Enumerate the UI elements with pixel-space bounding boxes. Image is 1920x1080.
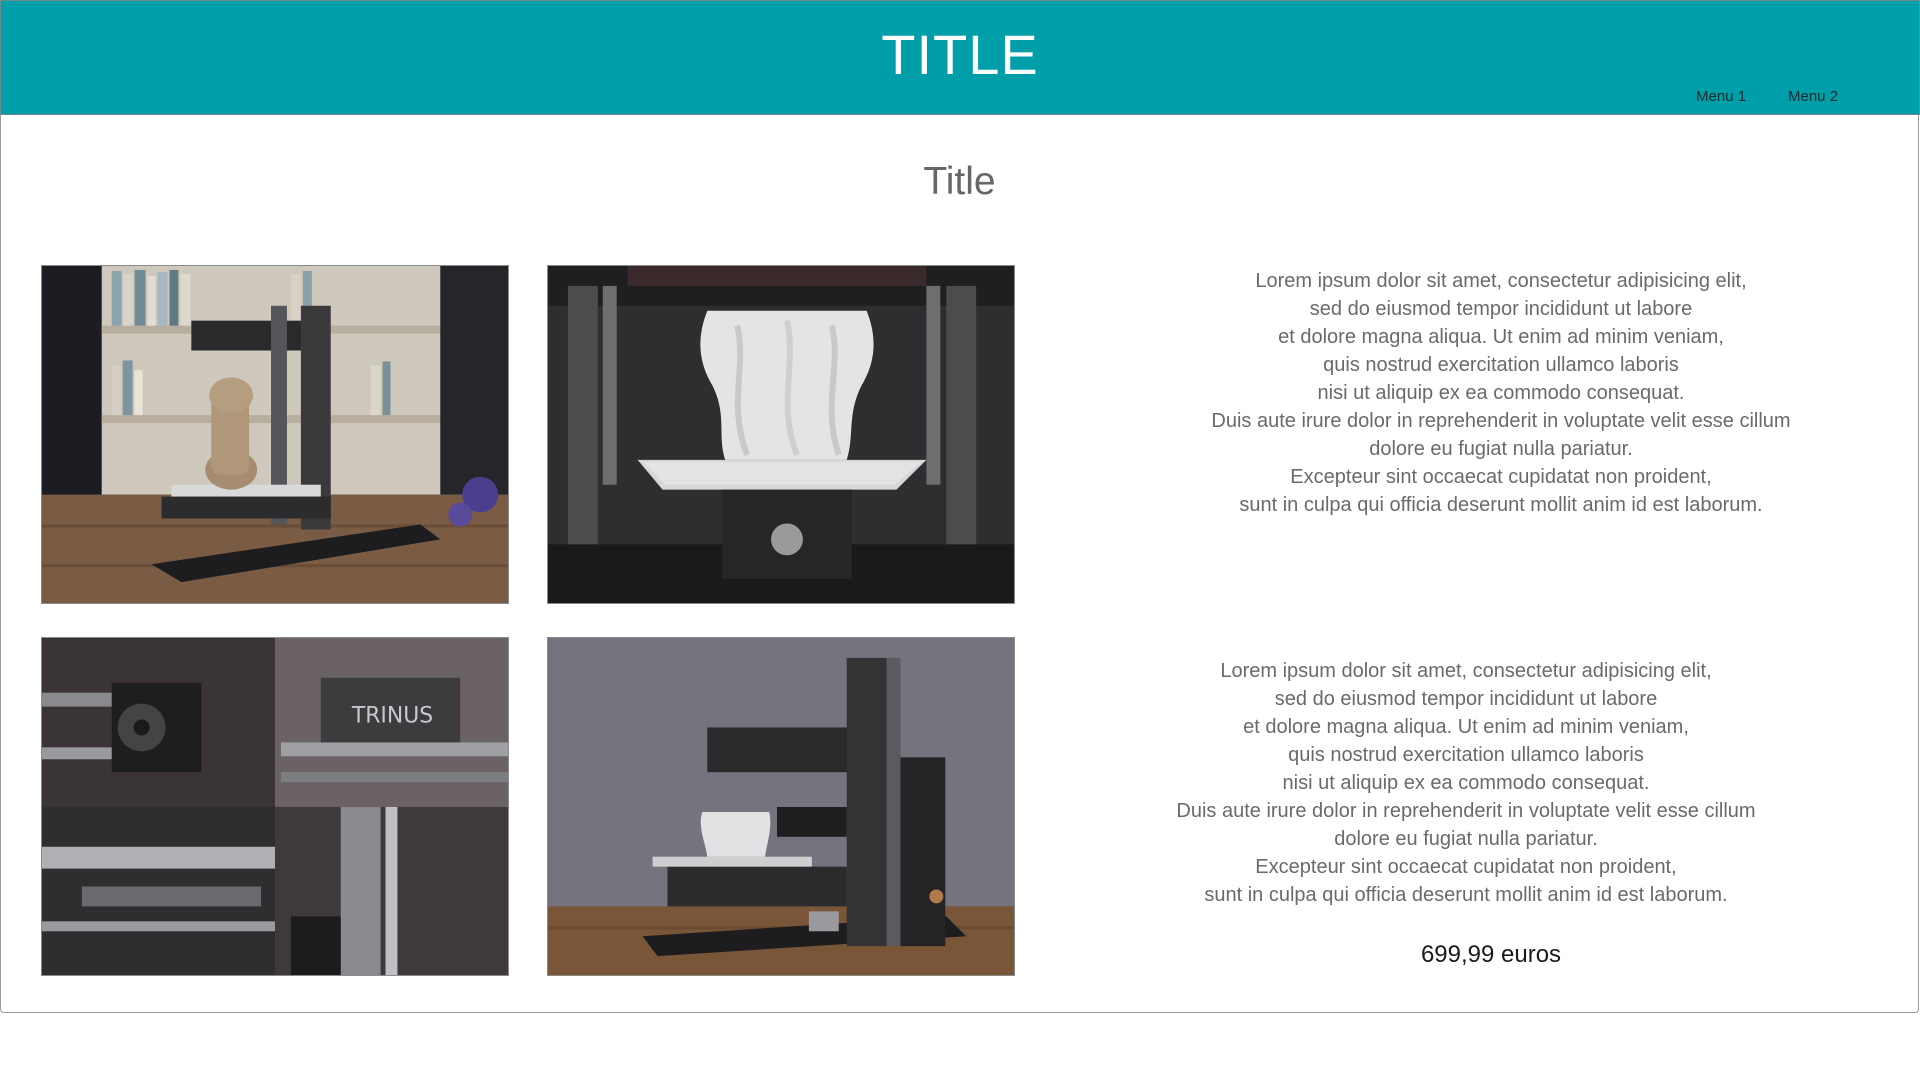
product-photo-detail-collage: TRINUS bbox=[41, 637, 509, 976]
description-1-line: sunt in culpa qui officia deserunt molli… bbox=[1239, 494, 1763, 516]
menu-item-2[interactable]: Menu 2 bbox=[1788, 89, 1838, 104]
description-2-line: quis nostrud exercitation ullamco labori… bbox=[1288, 744, 1644, 766]
description-1-line: et dolore magna aliqua. Ut enim ad minim… bbox=[1278, 326, 1724, 348]
content-panel: Title TRINUS Lorem ipsum dolor sit amet,… bbox=[0, 115, 1919, 1013]
site-title: TITLE bbox=[881, 23, 1039, 86]
content-title: Title bbox=[923, 160, 996, 203]
description-1-line: Duis aute irure dolor in reprehenderit i… bbox=[1211, 410, 1791, 432]
site-header: TITLE Menu 1 Menu 2 bbox=[0, 0, 1920, 115]
product-photo-printer-bookshelf bbox=[41, 265, 509, 604]
description-1-line: quis nostrud exercitation ullamco labori… bbox=[1323, 354, 1679, 376]
product-photo-printer-table bbox=[547, 637, 1015, 976]
description-2-line: Duis aute irure dolor in reprehenderit i… bbox=[1176, 800, 1756, 822]
description-2-line: nisi ut aliquip ex ea commodo consequat. bbox=[1282, 772, 1650, 794]
description-1-line: sed do eiusmod tempor incididunt ut labo… bbox=[1309, 298, 1693, 320]
description-2-line: sunt in culpa qui officia deserunt molli… bbox=[1204, 884, 1728, 906]
description-text-2: Lorem ipsum dolor sit amet, consectetur … bbox=[1126, 657, 1806, 909]
description-1-line: dolore eu fugiat nulla pariatur. bbox=[1369, 438, 1633, 460]
description-1-line: Lorem ipsum dolor sit amet, consectetur … bbox=[1255, 270, 1747, 292]
page: TITLE Menu 1 Menu 2 Title TRINUS Lorem i… bbox=[0, 0, 1920, 1080]
description-2-line: Lorem ipsum dolor sit amet, consectetur … bbox=[1220, 660, 1712, 682]
description-2-line: et dolore magna aliqua. Ut enim ad minim… bbox=[1243, 716, 1689, 738]
product-price: 699,99 euros bbox=[1420, 941, 1562, 968]
description-text-1: Lorem ipsum dolor sit amet, consectetur … bbox=[1161, 267, 1841, 519]
description-2-line: Excepteur sint occaecat cupidatat non pr… bbox=[1255, 856, 1677, 878]
description-1-line: Excepteur sint occaecat cupidatat non pr… bbox=[1290, 466, 1712, 488]
description-2-line: sed do eiusmod tempor incididunt ut labo… bbox=[1274, 688, 1658, 710]
menu-item-1[interactable]: Menu 1 bbox=[1696, 89, 1746, 104]
description-2-line: dolore eu fugiat nulla pariatur. bbox=[1334, 828, 1598, 850]
description-1-line: nisi ut aliquip ex ea commodo consequat. bbox=[1317, 382, 1685, 404]
trinus-logo-text: TRINUS bbox=[351, 704, 433, 729]
product-photo-vase-print bbox=[547, 265, 1015, 604]
